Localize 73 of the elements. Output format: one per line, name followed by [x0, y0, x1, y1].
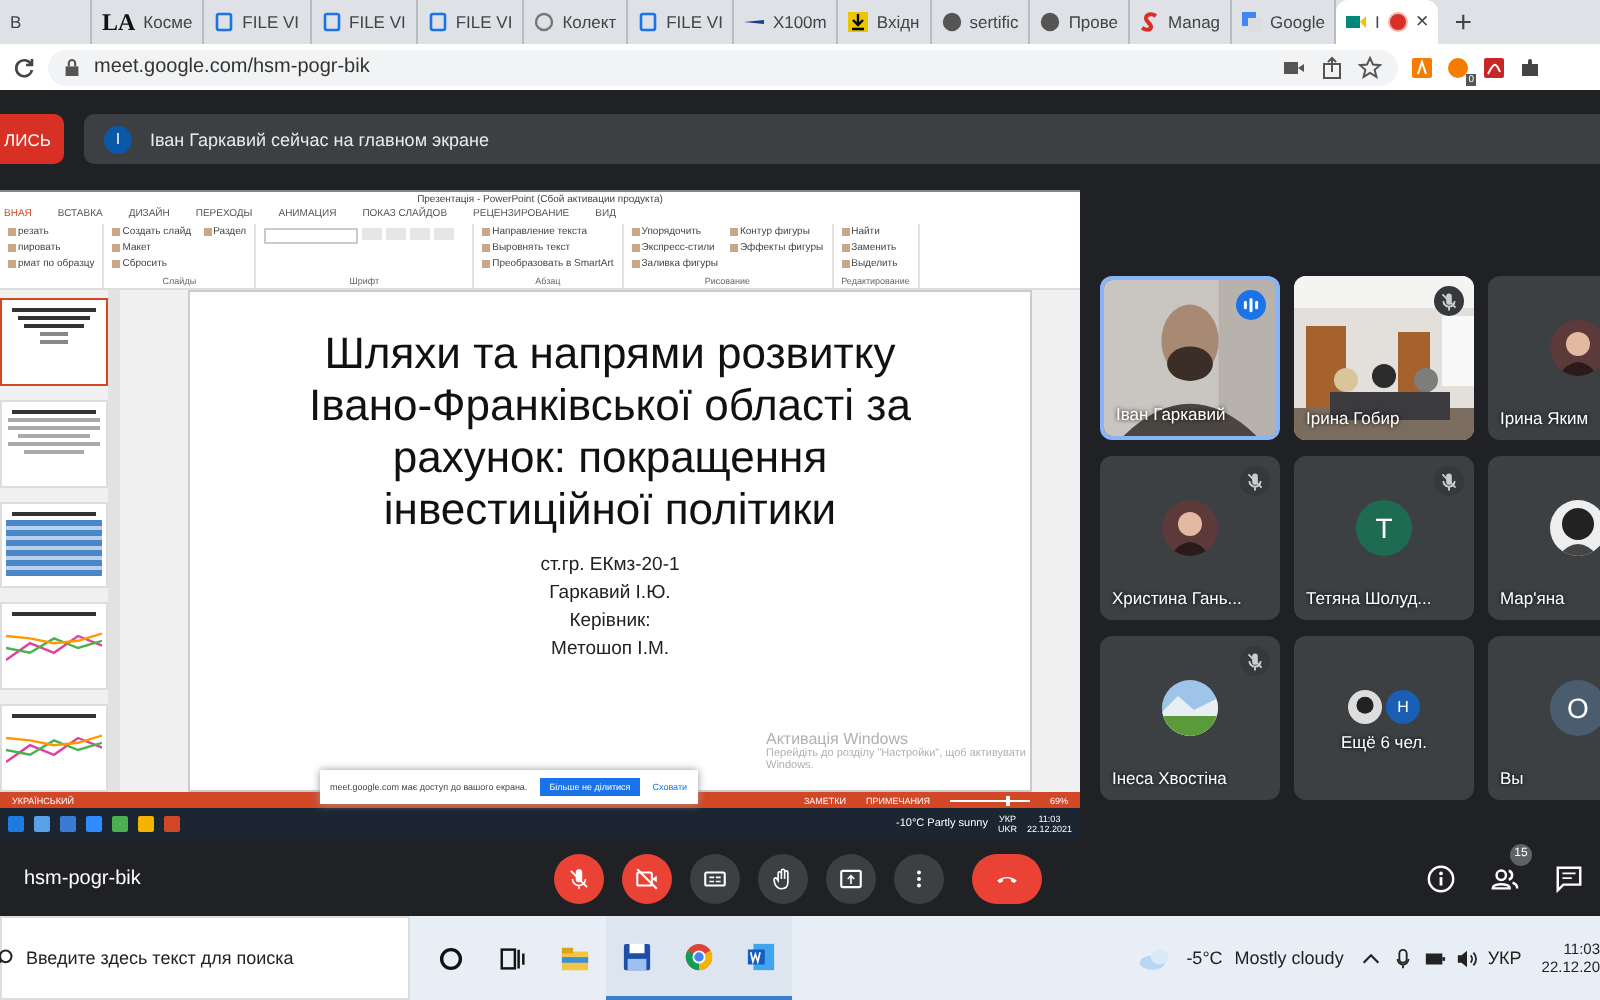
avatar: Н: [1386, 689, 1420, 723]
captions-button[interactable]: [690, 853, 740, 903]
document-icon: [321, 12, 342, 32]
new-tab-button[interactable]: +: [1438, 5, 1489, 39]
word-icon[interactable]: [730, 916, 792, 1000]
lock-icon: [64, 57, 80, 77]
participant-tile[interactable]: Інеса Хвостіна: [1100, 636, 1280, 800]
extension-icon[interactable]: [1446, 55, 1470, 79]
microphone-icon[interactable]: [1391, 947, 1414, 969]
microphone-icon: [566, 865, 592, 891]
document-icon: [638, 12, 659, 32]
participant-name: Іван Гаркавий: [1116, 404, 1226, 424]
info-icon[interactable]: [1426, 863, 1456, 893]
participant-name: Ірина Гобир: [1306, 408, 1400, 428]
leave-call-button[interactable]: [972, 853, 1042, 903]
slide-thumbnail[interactable]: [0, 298, 108, 386]
reload-icon[interactable]: [12, 55, 36, 79]
participant-tile[interactable]: T Тетяна Шолуд...: [1294, 456, 1474, 620]
temperature: -5°C: [1186, 948, 1223, 968]
participant-name: Ещё 6 чел.: [1338, 732, 1430, 752]
activation-title: Активація Windows: [766, 730, 909, 748]
participant-name: Мар'яна: [1500, 588, 1565, 608]
participant-tile[interactable]: Христина Гань...: [1100, 456, 1280, 620]
site-icon: [1140, 12, 1161, 32]
recording-button[interactable]: ЛИСЬ: [0, 114, 64, 164]
camera-icon: [634, 865, 660, 891]
participant-tile[interactable]: Іван Гаркавий: [1100, 276, 1280, 440]
site-icon: [1242, 12, 1263, 32]
download-icon: [848, 12, 869, 32]
people-icon[interactable]: [1490, 863, 1520, 893]
raise-hand-button[interactable]: [758, 853, 808, 903]
language-indicator[interactable]: УКР: [1487, 948, 1522, 968]
microphone-button[interactable]: [554, 853, 604, 903]
star-icon[interactable]: [1358, 55, 1382, 79]
participant-tile[interactable]: Ірина Гобир: [1294, 276, 1474, 440]
avatar: О: [1550, 680, 1600, 736]
document-icon: [214, 12, 235, 32]
meeting-code: hsm-pogr-bik: [24, 867, 143, 889]
address-bar[interactable]: meet.google.com/hsm-pogr-bik: [48, 49, 1398, 85]
present-icon: [838, 865, 864, 891]
browser-tab[interactable]: I ×: [1336, 0, 1439, 44]
captions-icon: [702, 865, 728, 891]
participant-tile[interactable]: Н Ещё 6 чел.: [1294, 636, 1474, 800]
participant-tile[interactable]: Мар'яна: [1488, 456, 1600, 620]
camera-button[interactable]: [622, 853, 672, 903]
weather-condition: Mostly cloudy: [1234, 948, 1344, 968]
slide-text: ст.гр. ЕКмз-20-1: [540, 552, 680, 580]
banner-text: Іван Гаркавий сейчас на главном экране: [150, 129, 490, 149]
participant-name: Інеса Хвостіна: [1112, 768, 1227, 788]
document-icon: [427, 12, 448, 32]
puzzle-icon[interactable]: [1518, 55, 1542, 79]
avatar: І: [104, 125, 132, 153]
participant-name: Вы: [1500, 768, 1524, 788]
slide-text: Метошоп І.М.: [550, 636, 670, 664]
slide-title: Шляхи та напрями розвитку Івано-Франківської області за рахунок: покращення інвестиційної політики: [309, 328, 911, 536]
search-field[interactable]: Введите здесь текст для поиска: [0, 916, 410, 1000]
share-icon[interactable]: [1320, 55, 1344, 79]
zoom-slider-thumb[interactable]: [1005, 795, 1010, 805]
chat-icon[interactable]: [1554, 863, 1584, 893]
present-button[interactable]: [826, 853, 876, 903]
participant-name: Тетяна Шолуд...: [1306, 588, 1432, 608]
participant-tile[interactable]: Ірина Яким: [1488, 276, 1600, 440]
participant-tile[interactable]: О Вы: [1488, 636, 1600, 800]
avatar: T: [1356, 500, 1412, 556]
speaker-icon[interactable]: [1455, 947, 1478, 969]
pdf-icon[interactable]: [1482, 55, 1506, 79]
video-camera-icon: [1346, 12, 1367, 32]
search-icon: [0, 948, 14, 968]
participant-name: Ірина Яким: [1500, 408, 1589, 428]
participant-name: Христина Гань...: [1112, 588, 1242, 608]
slide-text: Гаркавий І.Ю.: [549, 580, 671, 608]
site-icon: [534, 12, 555, 32]
slide-text: Керівник:: [569, 608, 651, 636]
